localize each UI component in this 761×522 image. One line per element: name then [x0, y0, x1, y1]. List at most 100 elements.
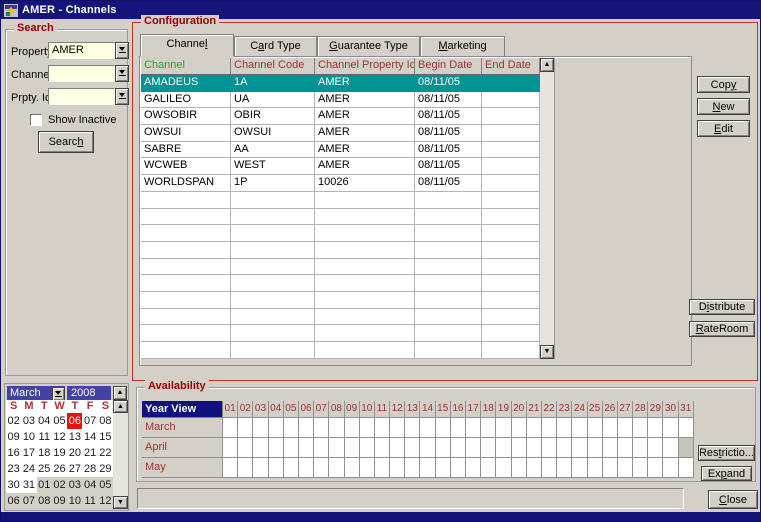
availability-cell[interactable]: [557, 458, 572, 478]
availability-cell[interactable]: [269, 418, 284, 438]
table-row-empty[interactable]: [141, 192, 540, 209]
availability-cell[interactable]: [436, 418, 451, 438]
availability-cell[interactable]: [451, 438, 466, 458]
availability-cell[interactable]: [466, 418, 481, 438]
availability-cell[interactable]: [633, 438, 648, 458]
calendar-day[interactable]: 30: [6, 477, 21, 493]
availability-cell[interactable]: [329, 458, 344, 478]
availability-cell[interactable]: [648, 438, 663, 458]
calendar-day[interactable]: 06: [67, 413, 82, 429]
calendar-day[interactable]: 06: [6, 493, 21, 509]
table-row[interactable]: WORLDSPAN1P1002608/11/05: [141, 175, 540, 192]
table-row[interactable]: WCWEBWESTAMER08/11/05: [141, 158, 540, 175]
table-row-empty[interactable]: [141, 292, 540, 309]
availability-cell[interactable]: [496, 438, 511, 458]
availability-cell[interactable]: [496, 418, 511, 438]
copy-button[interactable]: Copy: [697, 76, 750, 93]
calendar-day[interactable]: 31: [21, 477, 36, 493]
availability-cell[interactable]: [375, 458, 390, 478]
calendar-day[interactable]: 02: [6, 413, 21, 429]
availability-cell[interactable]: [633, 458, 648, 478]
edit-button[interactable]: Edit: [697, 120, 750, 137]
calendar-day[interactable]: 24: [21, 461, 36, 477]
scrollbar-track[interactable]: [540, 72, 554, 345]
calendar-day[interactable]: 12: [98, 493, 113, 509]
availability-cell[interactable]: [481, 418, 496, 438]
availability-cell[interactable]: [663, 418, 678, 438]
availability-cell[interactable]: [329, 418, 344, 438]
availability-cell[interactable]: [314, 418, 329, 438]
new-button[interactable]: New: [697, 98, 750, 115]
prpty-id-dropdown-button[interactable]: [115, 88, 129, 105]
calendar-day[interactable]: 05: [52, 413, 67, 429]
channel-dropdown-button[interactable]: [115, 65, 129, 82]
rateroom-button[interactable]: RateRoom: [689, 321, 755, 337]
grid-vertical-scrollbar[interactable]: ▲ ▼: [540, 58, 554, 359]
availability-cell[interactable]: [375, 418, 390, 438]
availability-cell[interactable]: [390, 418, 405, 438]
availability-cell[interactable]: [496, 458, 511, 478]
calendar-day[interactable]: 07: [82, 413, 97, 429]
calendar-day[interactable]: 03: [67, 477, 82, 493]
calendar-day[interactable]: 16: [6, 445, 21, 461]
availability-cell[interactable]: [618, 458, 633, 478]
availability-cell[interactable]: [679, 418, 694, 438]
calendar-scrollbar-track[interactable]: [113, 413, 128, 496]
availability-cell[interactable]: [466, 438, 481, 458]
availability-cell[interactable]: [527, 458, 542, 478]
availability-cell[interactable]: [223, 438, 238, 458]
calendar-day[interactable]: 12: [52, 429, 67, 445]
availability-cell[interactable]: [466, 458, 481, 478]
availability-cell[interactable]: [238, 458, 253, 478]
availability-cell[interactable]: [284, 418, 299, 438]
table-row-empty[interactable]: [141, 342, 540, 359]
availability-cell[interactable]: [269, 438, 284, 458]
availability-cell[interactable]: [420, 458, 435, 478]
availability-cell[interactable]: [329, 438, 344, 458]
availability-cell[interactable]: [299, 418, 314, 438]
availability-cell[interactable]: [572, 458, 587, 478]
table-row[interactable]: SABREAAAMER08/11/05: [141, 142, 540, 159]
table-row-empty[interactable]: [141, 242, 540, 259]
calendar-day[interactable]: 19: [52, 445, 67, 461]
availability-cell[interactable]: [542, 438, 557, 458]
prpty-id-input[interactable]: [48, 88, 115, 105]
availability-cell[interactable]: [557, 418, 572, 438]
availability-cell[interactable]: [314, 458, 329, 478]
availability-cell[interactable]: [648, 458, 663, 478]
availability-cell[interactable]: [299, 458, 314, 478]
calendar-day[interactable]: 27: [67, 461, 82, 477]
calendar-day[interactable]: 08: [37, 493, 52, 509]
scroll-up-icon[interactable]: ▲: [113, 400, 128, 413]
expand-button[interactable]: Expand: [701, 466, 752, 481]
availability-cell[interactable]: [390, 458, 405, 478]
table-row[interactable]: AMADEUS1AAMER08/11/05: [141, 75, 540, 92]
calendar-day[interactable]: 10: [21, 429, 36, 445]
availability-cell[interactable]: [299, 438, 314, 458]
calendar-day[interactable]: 15: [98, 429, 113, 445]
calendar-scrollbar[interactable]: ▲ ▼: [113, 400, 128, 509]
availability-cell[interactable]: [648, 418, 663, 438]
availability-cell[interactable]: [420, 418, 435, 438]
availability-cell[interactable]: [314, 438, 329, 458]
table-row-empty[interactable]: [141, 275, 540, 292]
calendar-day[interactable]: 25: [37, 461, 52, 477]
table-row-empty[interactable]: [141, 325, 540, 342]
table-row-empty[interactable]: [141, 259, 540, 276]
availability-cell[interactable]: [238, 438, 253, 458]
calendar-day[interactable]: 09: [6, 429, 21, 445]
availability-cell[interactable]: [679, 458, 694, 478]
property-input[interactable]: AMER: [48, 42, 115, 59]
calendar-day[interactable]: 22: [98, 445, 113, 461]
calendar-day[interactable]: 08: [98, 413, 113, 429]
search-button[interactable]: Search: [38, 131, 94, 153]
availability-cell[interactable]: [527, 438, 542, 458]
table-row[interactable]: GALILEOUAAMER08/11/05: [141, 92, 540, 109]
availability-cell[interactable]: [405, 438, 420, 458]
calendar-day[interactable]: 20: [67, 445, 82, 461]
calendar-day[interactable]: 02: [52, 477, 67, 493]
availability-cell[interactable]: [360, 438, 375, 458]
availability-cell[interactable]: [360, 458, 375, 478]
tab-card-type[interactable]: Card Type: [234, 36, 317, 56]
availability-cell[interactable]: [588, 418, 603, 438]
